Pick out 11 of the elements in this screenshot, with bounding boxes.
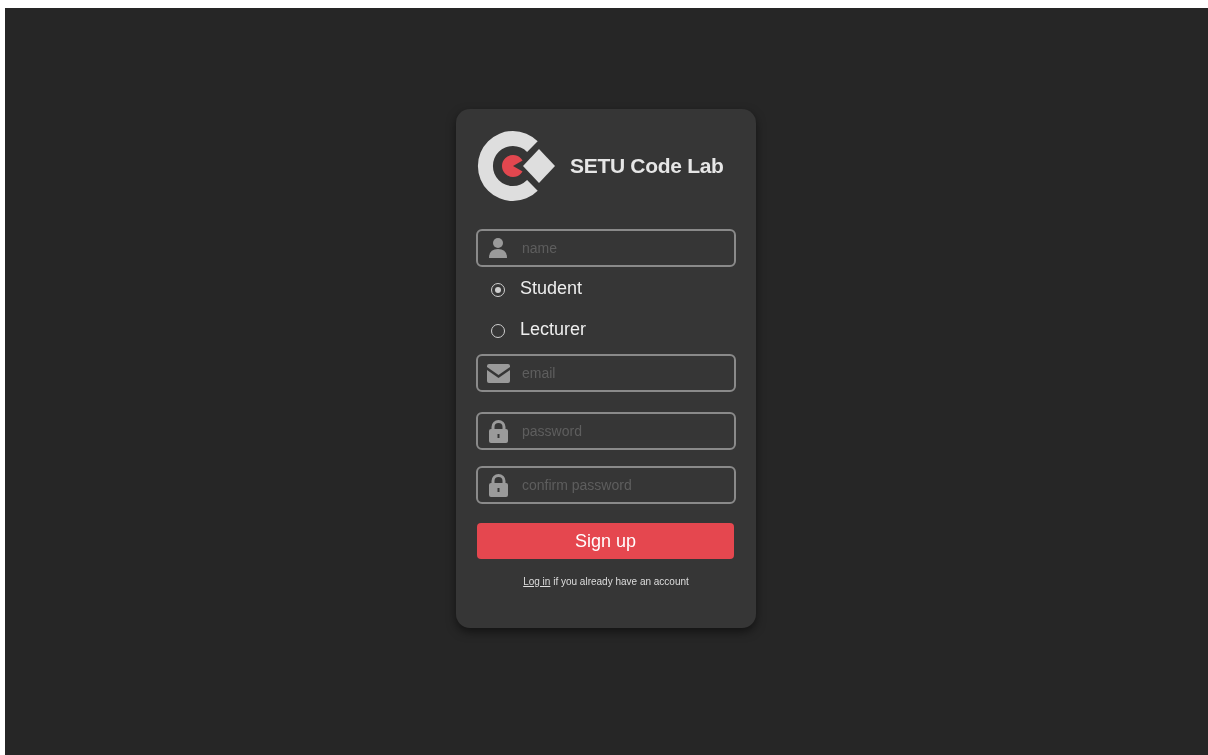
signup-button[interactable]: Sign up (477, 523, 734, 559)
app-title: SETU Code Lab (570, 153, 724, 180)
radio-label: Lecturer (520, 317, 587, 341)
login-prompt: Log in if you already have an account (522, 575, 690, 589)
lock-icon (488, 419, 508, 443)
login-link[interactable]: Log in (523, 576, 551, 587)
radio-label: Student (520, 276, 583, 300)
logo-icon (477, 131, 555, 201)
lock-icon (488, 473, 508, 497)
person-icon (489, 238, 507, 258)
mail-icon (486, 363, 510, 383)
